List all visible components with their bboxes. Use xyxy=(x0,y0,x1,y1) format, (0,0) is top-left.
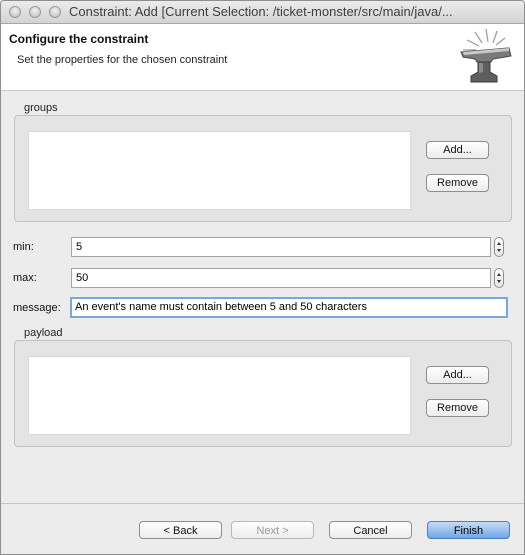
groups-list[interactable] xyxy=(28,131,411,210)
cancel-button[interactable]: Cancel xyxy=(329,521,412,539)
message-label: message: xyxy=(13,302,61,314)
stepper-up-icon xyxy=(497,242,501,245)
banner-title: Configure the constraint xyxy=(9,32,149,46)
message-field[interactable]: An event's name must contain between 5 a… xyxy=(70,297,508,318)
button-bar-separator xyxy=(1,503,524,504)
constraint-dialog: Constraint: Add [Current Selection: /tic… xyxy=(0,0,525,555)
payload-list[interactable] xyxy=(28,356,411,435)
groups-group-label: groups xyxy=(24,102,58,114)
max-field[interactable]: 50 xyxy=(71,268,491,288)
wizard-banner: Configure the constraint Set the propert… xyxy=(1,24,524,91)
stepper-down-icon xyxy=(497,249,501,252)
min-stepper[interactable] xyxy=(494,237,504,257)
stepper-down-icon xyxy=(497,280,501,283)
banner-description: Set the properties for the chosen constr… xyxy=(17,54,228,66)
payload-group: Add... Remove xyxy=(14,340,512,447)
next-button[interactable]: Next > xyxy=(231,521,314,539)
groups-add-button[interactable]: Add... xyxy=(426,141,489,159)
minimize-window-button[interactable] xyxy=(29,6,41,18)
anvil-icon xyxy=(460,28,512,83)
payload-group-label: payload xyxy=(24,327,63,339)
groups-remove-button[interactable]: Remove xyxy=(426,174,489,192)
stepper-up-icon xyxy=(497,273,501,276)
groups-group: Add... Remove xyxy=(14,115,512,222)
max-stepper[interactable] xyxy=(494,268,504,288)
close-window-button[interactable] xyxy=(9,6,21,18)
finish-button[interactable]: Finish xyxy=(427,521,510,539)
window-title: Constraint: Add [Current Selection: /tic… xyxy=(69,4,453,19)
payload-remove-button[interactable]: Remove xyxy=(426,399,489,417)
back-button[interactable]: < Back xyxy=(139,521,222,539)
payload-add-button[interactable]: Add... xyxy=(426,366,489,384)
min-field[interactable]: 5 xyxy=(71,237,491,257)
zoom-window-button[interactable] xyxy=(49,6,61,18)
title-bar: Constraint: Add [Current Selection: /tic… xyxy=(1,1,524,24)
min-label: min: xyxy=(13,241,34,253)
max-label: max: xyxy=(13,272,37,284)
